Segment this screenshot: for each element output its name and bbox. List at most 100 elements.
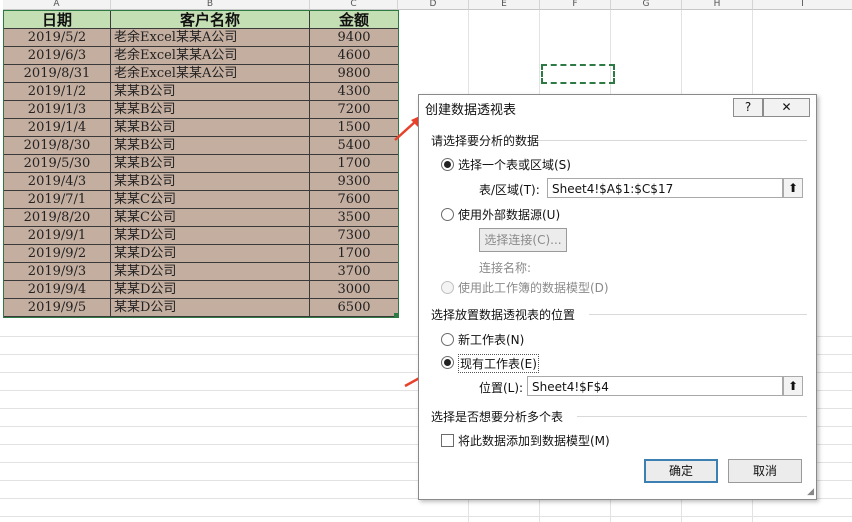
- cell-date[interactable]: 2019/8/31: [4, 65, 111, 83]
- column-header-a[interactable]: A: [3, 0, 111, 10]
- table-row: 2019/9/3 某某D公司 3700: [4, 263, 398, 281]
- cell-customer[interactable]: 老余Excel某某A公司: [111, 47, 310, 65]
- cell-amount[interactable]: 1700: [310, 155, 398, 173]
- divider: [577, 416, 807, 417]
- column-header-b[interactable]: B: [111, 0, 310, 10]
- table-row: 2019/8/31 老余Excel某某A公司 9800: [4, 65, 398, 83]
- cell-customer[interactable]: 某某B公司: [111, 119, 310, 137]
- cell-date[interactable]: 2019/8/20: [4, 209, 111, 227]
- cell-date[interactable]: 2019/1/4: [4, 119, 111, 137]
- header-amount[interactable]: 金额: [310, 11, 398, 29]
- radio-new-worksheet[interactable]: [441, 333, 454, 346]
- table-header-row: 日期 客户名称 金额: [4, 11, 398, 29]
- cell-date[interactable]: 2019/8/30: [4, 137, 111, 155]
- cell-date[interactable]: 2019/9/5: [4, 299, 111, 317]
- location-input[interactable]: Sheet4!$F$4: [527, 376, 783, 396]
- cell-amount[interactable]: 4600: [310, 47, 398, 65]
- column-header-e[interactable]: E: [469, 0, 540, 10]
- header-customer[interactable]: 客户名称: [111, 11, 310, 29]
- radio-external-source[interactable]: [441, 208, 454, 221]
- column-header-i[interactable]: I: [753, 0, 852, 10]
- radio-existing-worksheet-label[interactable]: 现有工作表(E): [458, 354, 539, 373]
- cell-date[interactable]: 2019/5/30: [4, 155, 111, 173]
- table-row: 2019/4/3 某某B公司 9300: [4, 173, 398, 191]
- data-table[interactable]: 日期 客户名称 金额 2019/5/2 老余Excel某某A公司 9400 2019/…: [3, 10, 399, 318]
- radio-select-table[interactable]: [441, 158, 454, 171]
- cell-date[interactable]: 2019/9/3: [4, 263, 111, 281]
- column-header-d[interactable]: D: [398, 0, 469, 10]
- table-row: 2019/6/3 老余Excel某某A公司 4600: [4, 47, 398, 65]
- cell-amount[interactable]: 9300: [310, 173, 398, 191]
- cell-customer[interactable]: 某某D公司: [111, 263, 310, 281]
- cell-amount[interactable]: 1700: [310, 245, 398, 263]
- radio-new-worksheet-label[interactable]: 新工作表(N): [458, 331, 524, 348]
- cell-amount[interactable]: 7300: [310, 227, 398, 245]
- cell-date[interactable]: 2019/9/4: [4, 281, 111, 299]
- column-header-h[interactable]: H: [682, 0, 753, 10]
- close-button[interactable]: ✕: [763, 98, 810, 117]
- ok-button[interactable]: 确定: [644, 459, 718, 483]
- cell-customer[interactable]: 某某D公司: [111, 281, 310, 299]
- cell-customer[interactable]: 某某B公司: [111, 155, 310, 173]
- cell-date[interactable]: 2019/1/3: [4, 101, 111, 119]
- header-date[interactable]: 日期: [4, 11, 111, 29]
- cell-customer[interactable]: 某某B公司: [111, 101, 310, 119]
- collapse-range-icon[interactable]: ⬆: [783, 178, 803, 198]
- cell-date[interactable]: 2019/5/2: [4, 29, 111, 47]
- divider: [589, 314, 807, 315]
- cell-customer[interactable]: 某某D公司: [111, 227, 310, 245]
- cell-date[interactable]: 2019/6/3: [4, 47, 111, 65]
- cell-customer[interactable]: 某某B公司: [111, 173, 310, 191]
- cell-amount[interactable]: 3000: [310, 281, 398, 299]
- cell-date[interactable]: 2019/9/1: [4, 227, 111, 245]
- radio-external-source-label[interactable]: 使用外部数据源(U): [458, 206, 560, 223]
- cell-customer[interactable]: 某某B公司: [111, 137, 310, 155]
- radio-data-model-label[interactable]: 使用此工作簿的数据模型(D): [458, 279, 609, 296]
- cell-amount[interactable]: 9800: [310, 65, 398, 83]
- gridline: [0, 516, 852, 517]
- help-button[interactable]: ?: [733, 98, 763, 117]
- cell-customer[interactable]: 老余Excel某某A公司: [111, 29, 310, 47]
- cell-customer[interactable]: 某某D公司: [111, 245, 310, 263]
- table-row: 2019/1/2 某某B公司 4300: [4, 83, 398, 101]
- cell-amount[interactable]: 7200: [310, 101, 398, 119]
- radio-select-table-label[interactable]: 选择一个表或区域(S): [458, 156, 571, 173]
- radio-existing-worksheet[interactable]: [441, 356, 454, 369]
- section-data-label: 请选择要分析的数据: [431, 134, 540, 148]
- cell-customer[interactable]: 某某C公司: [111, 191, 310, 209]
- cell-amount[interactable]: 1500: [310, 119, 398, 137]
- cell-customer[interactable]: 某某C公司: [111, 209, 310, 227]
- section-location-label: 选择放置数据透视表的位置: [431, 308, 576, 322]
- cancel-button[interactable]: 取消: [728, 459, 802, 483]
- table-row: 2019/8/20 某某C公司 3500: [4, 209, 398, 227]
- fill-handle[interactable]: [394, 313, 399, 318]
- cell-date[interactable]: 2019/1/2: [4, 83, 111, 101]
- cell-amount[interactable]: 5400: [310, 137, 398, 155]
- column-header-g[interactable]: G: [611, 0, 682, 10]
- add-to-data-model-label[interactable]: 将此数据添加到数据模型(M): [458, 432, 610, 449]
- cell-amount[interactable]: 6500: [310, 299, 398, 317]
- cell-amount[interactable]: 3700: [310, 263, 398, 281]
- range-label: 表/区域(T):: [479, 183, 540, 197]
- collapse-location-icon[interactable]: ⬆: [783, 376, 803, 396]
- range-input[interactable]: Sheet4!$A$1:$C$17: [547, 178, 783, 198]
- column-header-f[interactable]: F: [540, 0, 611, 10]
- cell-customer[interactable]: 某某D公司: [111, 299, 310, 317]
- cell-date[interactable]: 2019/4/3: [4, 173, 111, 191]
- cell-customer[interactable]: 老余Excel某某A公司: [111, 65, 310, 83]
- create-pivot-dialog[interactable]: 创建数据透视表 ? ✕ 请选择要分析的数据 选择一个表或区域(S) 表/区域(T…: [418, 94, 817, 500]
- column-header-c[interactable]: C: [310, 0, 398, 10]
- cell-amount[interactable]: 4300: [310, 83, 398, 101]
- cell-amount[interactable]: 7600: [310, 191, 398, 209]
- choose-connection-button[interactable]: 选择连接(C)...: [479, 228, 567, 252]
- cell-amount[interactable]: 9400: [310, 29, 398, 47]
- cell-amount[interactable]: 3500: [310, 209, 398, 227]
- cell-date[interactable]: 2019/9/2: [4, 245, 111, 263]
- cell-customer[interactable]: 某某B公司: [111, 83, 310, 101]
- table-row: 2019/1/4 某某B公司 1500: [4, 119, 398, 137]
- add-to-data-model-checkbox[interactable]: [441, 434, 454, 447]
- resize-grip-icon[interactable]: ◢: [807, 487, 814, 497]
- radio-data-model[interactable]: [441, 281, 454, 294]
- cell-date[interactable]: 2019/7/1: [4, 191, 111, 209]
- divider: [539, 140, 807, 141]
